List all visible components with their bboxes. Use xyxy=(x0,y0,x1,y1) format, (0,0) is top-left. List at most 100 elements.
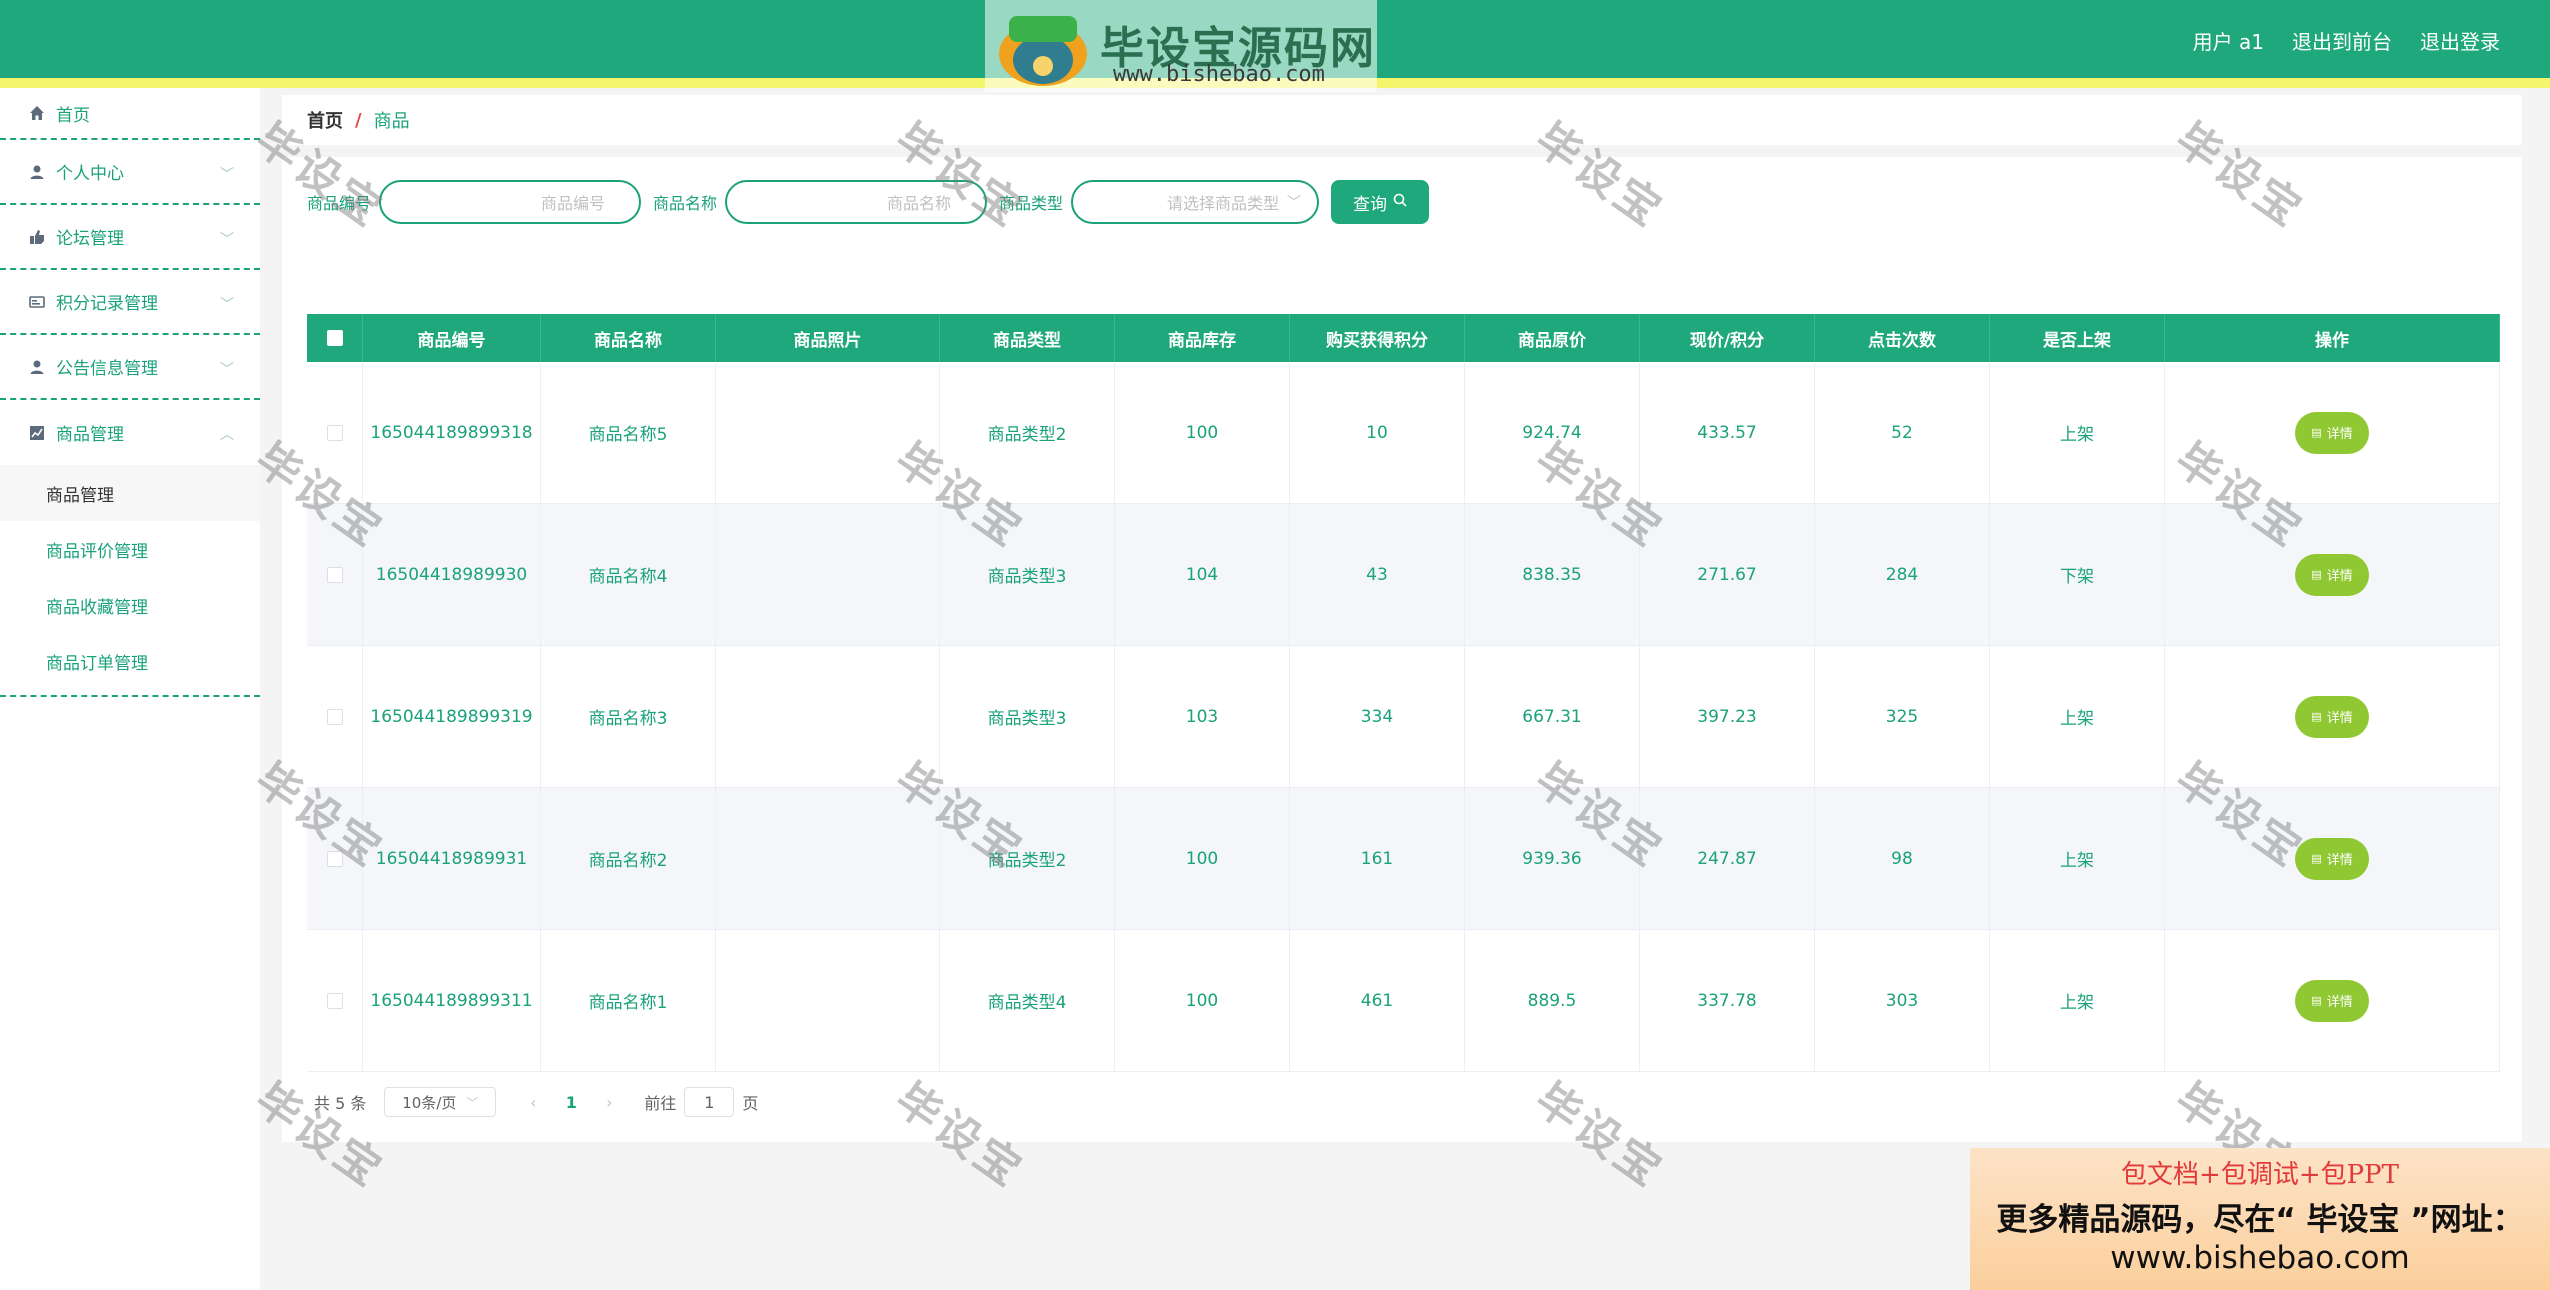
name-label: 商品名称 xyxy=(653,194,718,213)
row-checkbox[interactable] xyxy=(326,708,343,725)
chart-icon xyxy=(28,424,46,442)
name-input[interactable]: 商品名称 xyxy=(725,180,988,224)
header-select-all[interactable] xyxy=(307,314,363,362)
notice-icon xyxy=(28,358,46,376)
cell-type: 商品类型2 xyxy=(940,788,1115,929)
cell-code: 165044189899311 xyxy=(363,930,541,1071)
cell-orig-price: 667.31 xyxy=(1465,646,1640,787)
table-row: 16504418989931 商品名称2 商品类型2 100 161 939.3… xyxy=(307,788,2500,930)
document-icon: ▤ xyxy=(2311,568,2322,581)
sidebar-item-home[interactable]: 首页 xyxy=(0,88,260,140)
submenu-item-goods-review[interactable]: 商品评价管理 xyxy=(0,521,260,577)
logout-link[interactable]: 退出登录 xyxy=(2420,26,2500,55)
pagination: 共 5 条 10条/页 ﹀ ‹ 1 › 前往 1 页 xyxy=(314,1087,758,1117)
detail-button-label: 详情 xyxy=(2326,711,2353,726)
column-header: 点击次数 xyxy=(1815,314,1990,362)
column-header: 商品类型 xyxy=(940,314,1115,362)
sidebar-item-label: 公告信息管理 xyxy=(56,359,158,379)
document-icon: ▤ xyxy=(2311,710,2322,723)
cell-stock: 100 xyxy=(1115,930,1290,1071)
cell-on-sale: 下架 xyxy=(1990,504,2165,645)
select-all-checkbox[interactable] xyxy=(326,330,343,346)
row-checkbox[interactable] xyxy=(326,992,343,1009)
document-icon: ▤ xyxy=(2311,994,2322,1007)
table-row: 16504418989930 商品名称4 商品类型3 104 43 838.35… xyxy=(307,504,2500,646)
breadcrumb: 首页 / 商品 xyxy=(282,95,2522,145)
cell-name: 商品名称4 xyxy=(541,504,716,645)
row-select[interactable] xyxy=(307,788,363,929)
chevron-down-icon: ﹀ xyxy=(220,232,234,248)
header-actions: 用户 a1 退出到前台 退出登录 xyxy=(2193,26,2500,55)
column-header: 商品库存 xyxy=(1115,314,1290,362)
submenu-item-goods[interactable]: 商品管理 xyxy=(0,465,260,521)
cell-type: 商品类型2 xyxy=(940,362,1115,503)
detail-button[interactable]: ▤ 详情 xyxy=(2295,695,2369,738)
submenu-item-goods-order[interactable]: 商品订单管理 xyxy=(0,633,260,689)
breadcrumb-home[interactable]: 首页 xyxy=(307,107,343,133)
code-input[interactable]: 商品编号 xyxy=(379,180,642,224)
cell-photo xyxy=(716,930,940,1071)
cell-price: 247.87 xyxy=(1640,788,1815,929)
row-checkbox[interactable] xyxy=(326,424,343,441)
cell-type: 商品类型4 xyxy=(940,930,1115,1071)
pagination-total: 共 5 条 xyxy=(314,1094,367,1113)
search-form: 商品编号 商品编号 商品名称 商品名称 商品类型 请选择商品类型 ﹀ 查询 xyxy=(307,179,1430,225)
cell-photo xyxy=(716,646,940,787)
home-icon xyxy=(28,104,46,122)
detail-button[interactable]: ▤ 详情 xyxy=(2295,979,2369,1022)
prev-page-icon[interactable]: ‹ xyxy=(518,1093,548,1112)
detail-button[interactable]: ▤ 详情 xyxy=(2295,553,2369,596)
user-icon xyxy=(28,163,46,181)
detail-button[interactable]: ▤ 详情 xyxy=(2295,411,2369,454)
type-select[interactable]: 请选择商品类型 ﹀ xyxy=(1071,180,1320,224)
sidebar-item-points[interactable]: 积分记录管理 ﹀ xyxy=(0,270,260,335)
site-logo: 毕设宝源码网 www.bishebao.com xyxy=(985,0,1377,92)
column-header: 购买获得积分 xyxy=(1290,314,1465,362)
sidebar-item-label: 个人中心 xyxy=(56,164,124,184)
detail-button[interactable]: ▤ 详情 xyxy=(2295,837,2369,880)
row-select[interactable] xyxy=(307,362,363,503)
back-to-frontend-link[interactable]: 退出到前台 xyxy=(2292,26,2392,55)
sidebar-item-forum[interactable]: 论坛管理 ﹀ xyxy=(0,205,260,270)
cell-code: 16504418989931 xyxy=(363,788,541,929)
cell-type: 商品类型3 xyxy=(940,646,1115,787)
cell-points: 161 xyxy=(1290,788,1465,929)
sidebar-item-label: 首页 xyxy=(56,105,90,126)
next-page-icon[interactable]: › xyxy=(594,1093,624,1112)
promo-line-1: 包文档+包调试+包PPT xyxy=(2121,1160,2399,1190)
type-select-placeholder: 请选择商品类型 xyxy=(1167,194,1280,213)
row-select[interactable] xyxy=(307,504,363,645)
cell-on-sale: 上架 xyxy=(1990,930,2165,1071)
cell-name: 商品名称3 xyxy=(541,646,716,787)
detail-button-label: 详情 xyxy=(2326,995,2353,1010)
column-header: 商品名称 xyxy=(541,314,716,362)
page-size-select[interactable]: 10条/页 ﹀ xyxy=(384,1087,497,1117)
promo-banner[interactable]: 包文档+包调试+包PPT 更多精品源码，尽在“ 毕设宝 ”网址： www.bis… xyxy=(1970,1148,2550,1290)
search-button[interactable]: 查询 xyxy=(1331,180,1430,224)
sidebar-item-label: 商品管理 xyxy=(56,425,124,445)
goto-page-input[interactable]: 1 xyxy=(684,1087,735,1117)
row-checkbox[interactable] xyxy=(326,566,343,583)
cell-type: 商品类型3 xyxy=(940,504,1115,645)
column-header: 商品原价 xyxy=(1465,314,1640,362)
cell-stock: 100 xyxy=(1115,788,1290,929)
page-number[interactable]: 1 xyxy=(548,1093,594,1112)
goods-table: 商品编号 商品名称 商品照片 商品类型 商品库存 购买获得积分 商品原价 现价/… xyxy=(307,314,2500,1072)
sidebar-item-goods[interactable]: 商品管理 ︿ xyxy=(0,400,260,465)
column-header: 操作 xyxy=(2165,314,2500,362)
sidebar-item-label: 积分记录管理 xyxy=(56,294,158,314)
row-checkbox[interactable] xyxy=(326,850,343,867)
row-select[interactable] xyxy=(307,646,363,787)
type-label: 商品类型 xyxy=(999,194,1064,213)
cell-orig-price: 924.74 xyxy=(1465,362,1640,503)
submenu-item-goods-favorite[interactable]: 商品收藏管理 xyxy=(0,577,260,633)
column-header: 是否上架 xyxy=(1990,314,2165,362)
cell-actions: ▤ 详情 xyxy=(2165,504,2500,645)
promo-line-3: www.bishebao.com xyxy=(2110,1240,2410,1276)
breadcrumb-current: 商品 xyxy=(373,111,410,132)
sidebar-item-profile[interactable]: 个人中心 ﹀ xyxy=(0,140,260,205)
row-select[interactable] xyxy=(307,930,363,1071)
cell-price: 433.57 xyxy=(1640,362,1815,503)
sidebar-item-notice[interactable]: 公告信息管理 ﹀ xyxy=(0,335,260,400)
cell-clicks: 98 xyxy=(1815,788,1990,929)
